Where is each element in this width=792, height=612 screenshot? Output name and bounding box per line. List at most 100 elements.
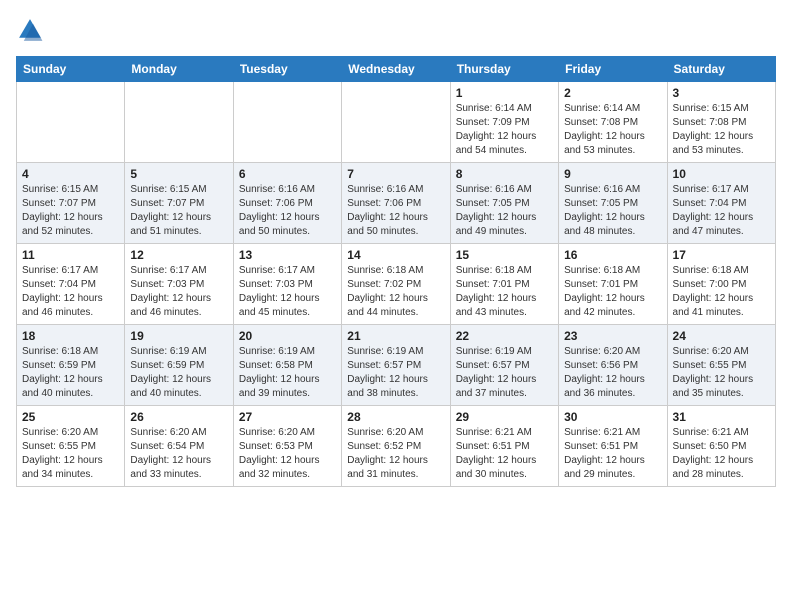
calendar-week-row: 18Sunrise: 6:18 AM Sunset: 6:59 PM Dayli…	[17, 325, 776, 406]
day-info: Sunrise: 6:20 AM Sunset: 6:56 PM Dayligh…	[564, 345, 661, 401]
day-number: 2	[564, 86, 661, 100]
day-number: 11	[22, 248, 119, 262]
page-header	[16, 16, 776, 44]
logo-icon	[16, 16, 44, 44]
day-number: 31	[673, 410, 770, 424]
calendar-week-row: 25 Sunrise: 6:20 AM Sunset: 6:55 PM Dayli…	[17, 406, 776, 487]
day-number: 28	[347, 410, 444, 424]
calendar-day-cell: 17 Sunrise: 6:18 AM Sunset: 7:00 PM Dayli…	[667, 244, 775, 325]
calendar-day-cell: 22 Sunrise: 6:19 AM Sunset: 6:57 PM Dayli…	[450, 325, 558, 406]
day-info: Sunrise: 6:17 AM Sunset: 7:04 PM Dayligh…	[673, 183, 770, 239]
day-info: Sunrise: 6:18 AM Sunset: 7:01 PM Dayligh…	[456, 264, 553, 320]
day-info: Sunrise: 6:16 AM Sunset: 7:05 PM Dayligh…	[456, 183, 553, 239]
day-info: Sunrise: 6:16 AM Sunset: 7:06 PM Dayligh…	[347, 183, 444, 239]
day-number: 14	[347, 248, 444, 262]
day-number: 9	[564, 167, 661, 181]
day-of-week-header: Tuesday	[233, 57, 341, 82]
calendar-day-cell: 23Sunrise: 6:20 AM Sunset: 6:56 PM Dayli…	[559, 325, 667, 406]
day-number: 12	[130, 248, 227, 262]
day-number: 1	[456, 86, 553, 100]
calendar-day-cell: 15 Sunrise: 6:18 AM Sunset: 7:01 PM Dayli…	[450, 244, 558, 325]
day-number: 4	[22, 167, 119, 181]
calendar-header-row: SundayMondayTuesdayWednesdayThursdayFrid…	[17, 57, 776, 82]
calendar-day-cell: 7Sunrise: 6:16 AM Sunset: 7:06 PM Daylig…	[342, 163, 450, 244]
day-info: Sunrise: 6:20 AM Sunset: 6:55 PM Dayligh…	[673, 345, 770, 401]
calendar-day-cell: 18Sunrise: 6:18 AM Sunset: 6:59 PM Dayli…	[17, 325, 125, 406]
day-of-week-header: Wednesday	[342, 57, 450, 82]
day-number: 30	[564, 410, 661, 424]
day-info: Sunrise: 6:20 AM Sunset: 6:52 PM Dayligh…	[347, 426, 444, 482]
day-info: Sunrise: 6:16 AM Sunset: 7:06 PM Dayligh…	[239, 183, 336, 239]
calendar-day-cell: 31 Sunrise: 6:21 AM Sunset: 6:50 PM Dayli…	[667, 406, 775, 487]
calendar-day-cell	[125, 82, 233, 163]
calendar-day-cell: 11 Sunrise: 6:17 AM Sunset: 7:04 PM Dayli…	[17, 244, 125, 325]
day-of-week-header: Saturday	[667, 57, 775, 82]
day-info: Sunrise: 6:18 AM Sunset: 7:02 PM Dayligh…	[347, 264, 444, 320]
day-info: Sunrise: 6:15 AM Sunset: 7:07 PM Dayligh…	[130, 183, 227, 239]
calendar-table: SundayMondayTuesdayWednesdayThursdayFrid…	[16, 56, 776, 487]
day-info: Sunrise: 6:15 AM Sunset: 7:08 PM Dayligh…	[673, 102, 770, 158]
day-info: Sunrise: 6:17 AM Sunset: 7:03 PM Dayligh…	[130, 264, 227, 320]
day-info: Sunrise: 6:18 AM Sunset: 7:00 PM Dayligh…	[673, 264, 770, 320]
calendar-day-cell: 3 Sunrise: 6:15 AM Sunset: 7:08 PM Daylig…	[667, 82, 775, 163]
day-info: Sunrise: 6:19 AM Sunset: 6:57 PM Dayligh…	[456, 345, 553, 401]
calendar-day-cell: 9 Sunrise: 6:16 AM Sunset: 7:05 PM Daylig…	[559, 163, 667, 244]
calendar-day-cell: 4 Sunrise: 6:15 AM Sunset: 7:07 PM Daylig…	[17, 163, 125, 244]
day-number: 21	[347, 329, 444, 343]
day-info: Sunrise: 6:21 AM Sunset: 6:50 PM Dayligh…	[673, 426, 770, 482]
logo	[16, 16, 48, 44]
day-number: 24	[673, 329, 770, 343]
day-number: 17	[673, 248, 770, 262]
day-info: Sunrise: 6:19 AM Sunset: 6:57 PM Dayligh…	[347, 345, 444, 401]
day-info: Sunrise: 6:19 AM Sunset: 6:59 PM Dayligh…	[130, 345, 227, 401]
calendar-day-cell: 12 Sunrise: 6:17 AM Sunset: 7:03 PM Dayli…	[125, 244, 233, 325]
calendar-day-cell: 10 Sunrise: 6:17 AM Sunset: 7:04 PM Dayli…	[667, 163, 775, 244]
day-info: Sunrise: 6:18 AM Sunset: 7:01 PM Dayligh…	[564, 264, 661, 320]
day-number: 16	[564, 248, 661, 262]
calendar-day-cell: 25 Sunrise: 6:20 AM Sunset: 6:55 PM Dayli…	[17, 406, 125, 487]
day-of-week-header: Friday	[559, 57, 667, 82]
calendar-day-cell: 8 Sunrise: 6:16 AM Sunset: 7:05 PM Daylig…	[450, 163, 558, 244]
day-of-week-header: Sunday	[17, 57, 125, 82]
day-number: 10	[673, 167, 770, 181]
day-number: 25	[22, 410, 119, 424]
day-number: 26	[130, 410, 227, 424]
day-info: Sunrise: 6:21 AM Sunset: 6:51 PM Dayligh…	[564, 426, 661, 482]
day-number: 13	[239, 248, 336, 262]
calendar-day-cell: 24 Sunrise: 6:20 AM Sunset: 6:55 PM Dayli…	[667, 325, 775, 406]
day-info: Sunrise: 6:14 AM Sunset: 7:09 PM Dayligh…	[456, 102, 553, 158]
day-info: Sunrise: 6:15 AM Sunset: 7:07 PM Dayligh…	[22, 183, 119, 239]
day-info: Sunrise: 6:17 AM Sunset: 7:04 PM Dayligh…	[22, 264, 119, 320]
day-of-week-header: Monday	[125, 57, 233, 82]
day-number: 8	[456, 167, 553, 181]
calendar-day-cell	[342, 82, 450, 163]
calendar-day-cell: 27 Sunrise: 6:20 AM Sunset: 6:53 PM Dayli…	[233, 406, 341, 487]
calendar-day-cell: 2Sunrise: 6:14 AM Sunset: 7:08 PM Daylig…	[559, 82, 667, 163]
calendar-day-cell	[17, 82, 125, 163]
calendar-day-cell: 14 Sunrise: 6:18 AM Sunset: 7:02 PM Dayli…	[342, 244, 450, 325]
day-info: Sunrise: 6:20 AM Sunset: 6:55 PM Dayligh…	[22, 426, 119, 482]
calendar-day-cell: 29Sunrise: 6:21 AM Sunset: 6:51 PM Dayli…	[450, 406, 558, 487]
day-number: 18	[22, 329, 119, 343]
day-number: 22	[456, 329, 553, 343]
day-info: Sunrise: 6:20 AM Sunset: 6:53 PM Dayligh…	[239, 426, 336, 482]
calendar-day-cell: 26 Sunrise: 6:20 AM Sunset: 6:54 PM Dayli…	[125, 406, 233, 487]
day-info: Sunrise: 6:16 AM Sunset: 7:05 PM Dayligh…	[564, 183, 661, 239]
calendar-day-cell: 20 Sunrise: 6:19 AM Sunset: 6:58 PM Dayli…	[233, 325, 341, 406]
calendar-day-cell: 6 Sunrise: 6:16 AM Sunset: 7:06 PM Daylig…	[233, 163, 341, 244]
calendar-day-cell: 19 Sunrise: 6:19 AM Sunset: 6:59 PM Dayli…	[125, 325, 233, 406]
day-number: 19	[130, 329, 227, 343]
day-info: Sunrise: 6:19 AM Sunset: 6:58 PM Dayligh…	[239, 345, 336, 401]
calendar-day-cell	[233, 82, 341, 163]
calendar-week-row: 11 Sunrise: 6:17 AM Sunset: 7:04 PM Dayli…	[17, 244, 776, 325]
day-number: 3	[673, 86, 770, 100]
day-number: 6	[239, 167, 336, 181]
day-info: Sunrise: 6:20 AM Sunset: 6:54 PM Dayligh…	[130, 426, 227, 482]
calendar-day-cell: 21 Sunrise: 6:19 AM Sunset: 6:57 PM Dayli…	[342, 325, 450, 406]
calendar-week-row: 4 Sunrise: 6:15 AM Sunset: 7:07 PM Daylig…	[17, 163, 776, 244]
day-number: 5	[130, 167, 227, 181]
day-number: 27	[239, 410, 336, 424]
day-number: 15	[456, 248, 553, 262]
calendar-day-cell: 30 Sunrise: 6:21 AM Sunset: 6:51 PM Dayli…	[559, 406, 667, 487]
day-number: 20	[239, 329, 336, 343]
